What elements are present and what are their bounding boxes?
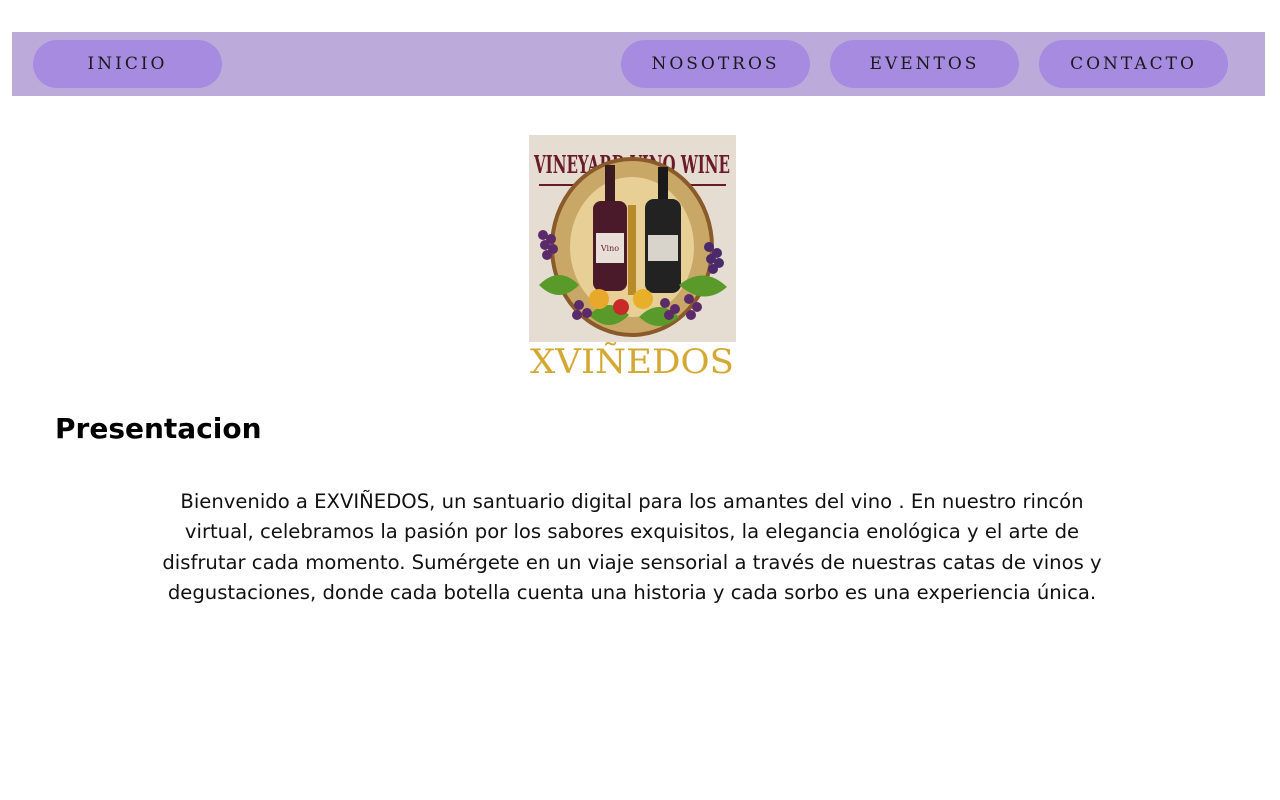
bottle-label-text: Vino xyxy=(600,244,619,253)
nav-button-contacto[interactable]: CONTACTO xyxy=(1039,40,1228,88)
brand-logo: VINEYARD VINO WINE Vino xyxy=(529,135,736,378)
intro-paragraph: Bienvenido a EXVIÑEDOS, un santuario dig… xyxy=(162,490,1102,604)
logo-brand-text: XVIÑEDOS xyxy=(530,341,734,378)
top-navbar: INICIO NOSOTROS EVENTOS CONTACTO xyxy=(12,32,1265,96)
nav-button-eventos[interactable]: EVENTOS xyxy=(830,40,1019,88)
nav-button-nosotros[interactable]: NOSOTROS xyxy=(621,40,810,88)
section-title: Presentacion xyxy=(55,412,262,445)
nav-button-inicio[interactable]: INICIO xyxy=(33,40,222,88)
